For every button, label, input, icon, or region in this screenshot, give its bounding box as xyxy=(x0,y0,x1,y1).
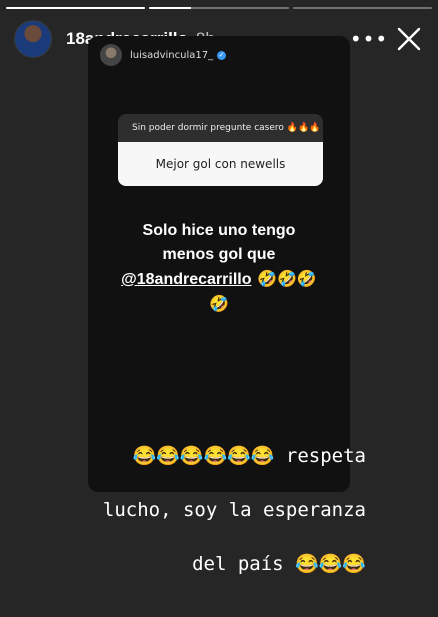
reply-text: Solo hice uno tengo menos gol que @18and… xyxy=(88,219,350,316)
reply-line-2: menos gol que xyxy=(162,246,276,263)
shared-story-header: luisadvincula17_ ✓ xyxy=(100,44,227,66)
progress-fill-1 xyxy=(6,7,146,9)
shared-story-avatar xyxy=(100,44,122,66)
progress-segment-1 xyxy=(6,7,146,9)
story-caption: 😂😂😂😂😂😂 respeta lucho, soy la esperanza d… xyxy=(36,416,366,605)
story-progress-bar xyxy=(6,7,432,9)
shared-story-username: luisadvincula17_ xyxy=(130,49,214,61)
question-answer: Mejor gol con newells xyxy=(118,142,323,186)
question-prompt: Sin poder dormir pregunte casero 🔥🔥🔥 xyxy=(118,114,323,142)
reply-line-1: Solo hice uno tengo xyxy=(142,222,296,239)
reply-line-3: @18andrecarrillo 🤣🤣🤣 xyxy=(88,267,350,292)
more-options-icon[interactable]: ••• xyxy=(350,24,387,54)
caption-line-1: 😂😂😂😂😂😂 respeta xyxy=(132,445,366,467)
progress-segment-2 xyxy=(149,7,289,9)
caption-line-3: del país 😂😂😂 xyxy=(192,553,366,575)
caption-line-2: lucho, soy la esperanza xyxy=(102,499,366,521)
progress-segment-3 xyxy=(292,7,432,9)
verified-badge-icon: ✓ xyxy=(217,50,227,60)
reply-emoji-line: 🤣 xyxy=(209,294,229,313)
reply-emojis: 🤣🤣🤣 xyxy=(251,269,317,288)
progress-fill-2 xyxy=(149,7,192,9)
close-icon[interactable] xyxy=(394,24,424,54)
question-sticker: Sin poder dormir pregunte casero 🔥🔥🔥 Mej… xyxy=(118,114,323,186)
avatar[interactable] xyxy=(14,20,52,58)
mention-link[interactable]: @18andrecarrillo xyxy=(121,271,251,288)
